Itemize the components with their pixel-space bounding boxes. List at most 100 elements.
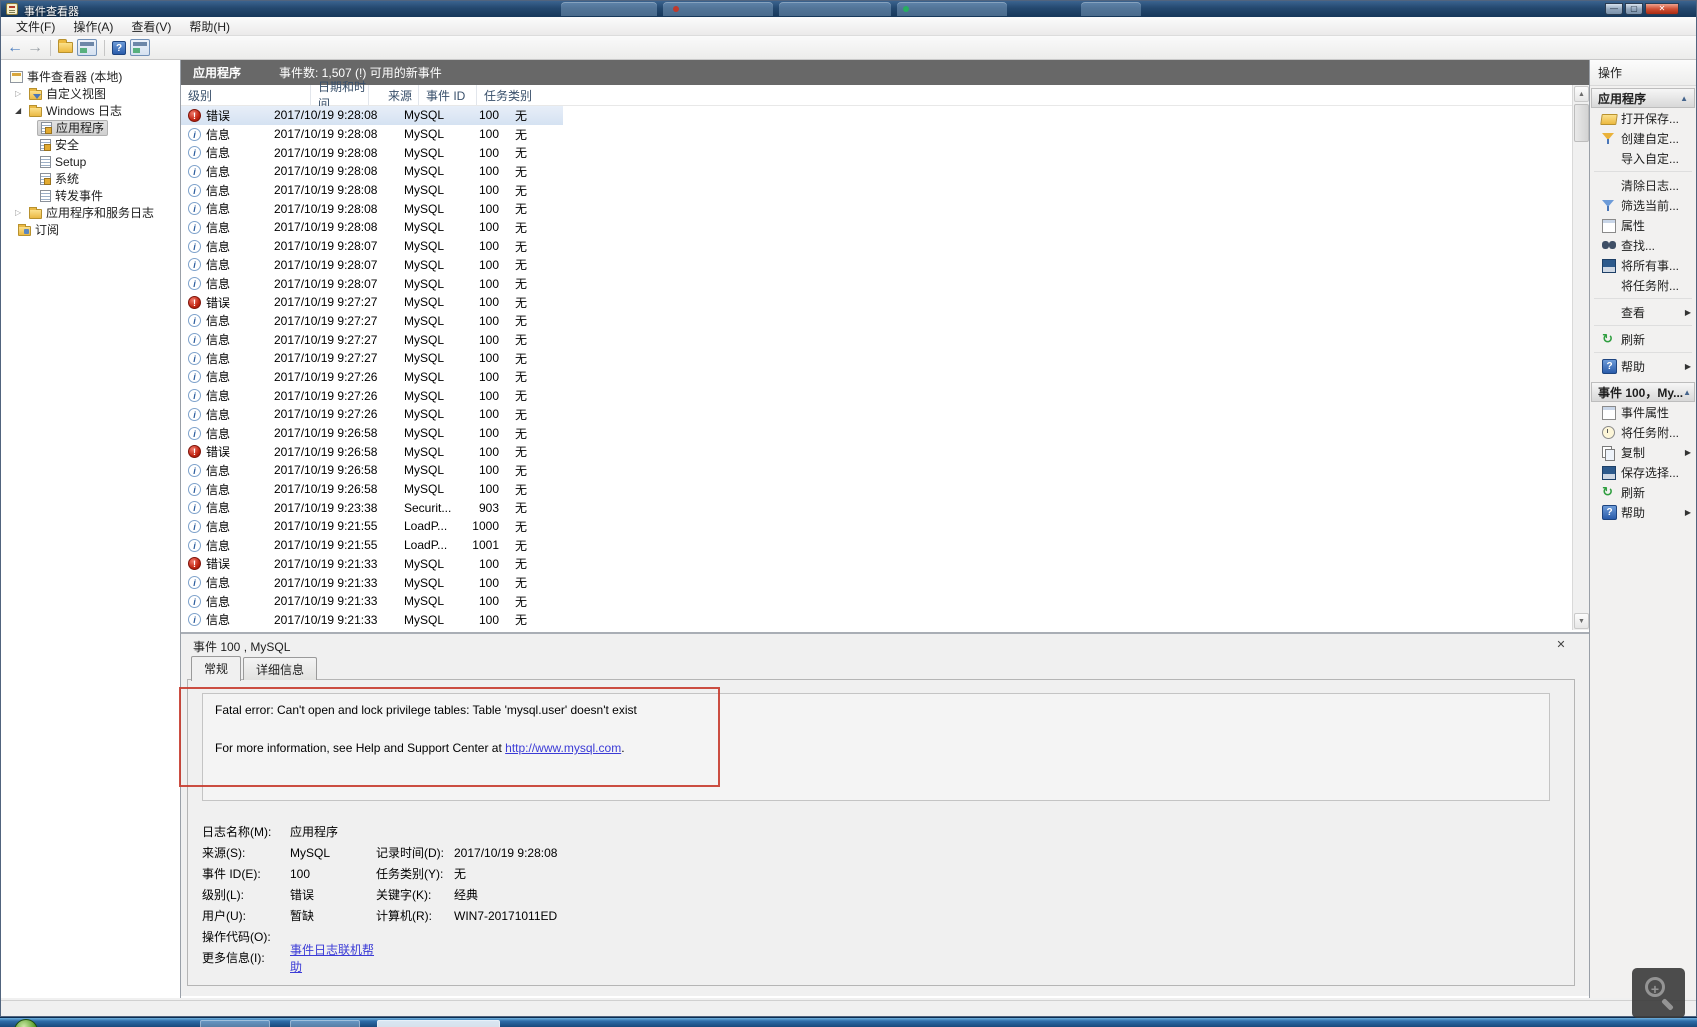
action-item[interactable]: 帮助 [1590, 502, 1696, 522]
action-item[interactable]: 刷新 [1590, 329, 1696, 349]
magnifier-overlay-button[interactable]: + [1632, 968, 1685, 1018]
event-category: 无 [505, 350, 563, 367]
event-row[interactable]: 信息 2017/10/19 9:27:26 MySQL 100 无 [181, 386, 1572, 405]
level-text: 信息 [206, 537, 230, 554]
action-label: 打开保存... [1621, 110, 1679, 127]
scrollbar-thumb[interactable] [1574, 104, 1589, 142]
column-header[interactable]: 事件 ID [419, 85, 477, 105]
column-header[interactable]: 来源 [369, 85, 419, 105]
event-row[interactable]: 信息 2017/10/19 9:23:38 Securit... 903 无 [181, 498, 1572, 517]
tree-item[interactable]: 系统 [1, 170, 180, 187]
event-row[interactable]: 错误 2017/10/19 9:26:58 MySQL 100 无 [181, 442, 1572, 461]
event-row[interactable]: 信息 2017/10/19 9:26:58 MySQL 100 无 [181, 461, 1572, 480]
event-row[interactable]: 信息 2017/10/19 9:28:07 MySQL 100 无 [181, 256, 1572, 275]
menu-item[interactable]: 操作(A) [64, 17, 122, 36]
forward-icon[interactable]: → [27, 40, 43, 56]
tree-item[interactable]: 订阅 [1, 221, 180, 238]
start-orb[interactable] [14, 1019, 38, 1027]
event-row[interactable]: 信息 2017/10/19 9:28:08 MySQL 100 无 [181, 125, 1572, 144]
tree-expander-icon[interactable] [15, 106, 26, 115]
close-button[interactable]: ✕ [1645, 3, 1679, 15]
preview-tab[interactable]: 常规 [191, 656, 241, 681]
event-row[interactable]: 信息 2017/10/19 9:28:08 MySQL 100 无 [181, 162, 1572, 181]
action-item[interactable]: 帮助 [1590, 356, 1696, 376]
event-row[interactable]: 信息 2017/10/19 9:21:55 LoadP... 1001 无 [181, 536, 1572, 555]
event-row[interactable]: 信息 2017/10/19 9:26:58 MySQL 100 无 [181, 480, 1572, 499]
menu-item[interactable]: 查看(V) [122, 17, 180, 36]
event-source: MySQL [397, 389, 455, 403]
action-item[interactable]: 将任务附... [1590, 275, 1696, 295]
tree-expander-icon[interactable] [15, 208, 26, 217]
tree-item[interactable]: 应用程序和服务日志 [1, 204, 180, 221]
collapse-icon[interactable]: ▲ [1683, 388, 1691, 397]
action-item[interactable]: 查找... [1590, 235, 1696, 255]
tree-item[interactable]: 事件查看器 (本地) [1, 68, 180, 85]
tree-item[interactable]: 转发事件 [1, 187, 180, 204]
action-item[interactable]: 打开保存... [1590, 108, 1696, 128]
column-header[interactable]: 任务类别 [477, 85, 1572, 105]
event-row[interactable]: 错误 2017/10/19 9:27:27 MySQL 100 无 [181, 293, 1572, 312]
event-row[interactable]: 信息 2017/10/19 9:21:33 MySQL 100 无 [181, 611, 1572, 630]
export-list-icon[interactable] [58, 42, 73, 53]
minimize-button[interactable]: — [1605, 3, 1623, 15]
collapse-icon[interactable]: ▲ [1680, 94, 1688, 103]
scroll-down-icon[interactable]: ▼ [1574, 613, 1589, 629]
title-bar[interactable]: 事件查看器 — ▢ ✕ [1, 1, 1696, 17]
menu-item[interactable]: 文件(F) [7, 17, 64, 36]
action-item[interactable]: 保存选择... [1590, 462, 1696, 482]
taskbar-app-button-active[interactable] [377, 1020, 500, 1027]
action-item[interactable]: 将任务附... [1590, 422, 1696, 442]
action-item[interactable]: 事件属性 [1590, 402, 1696, 422]
event-row[interactable]: 信息 2017/10/19 9:28:08 MySQL 100 无 [181, 199, 1572, 218]
event-row[interactable]: 信息 2017/10/19 9:28:07 MySQL 100 无 [181, 237, 1572, 256]
event-row[interactable]: 信息 2017/10/19 9:21:55 LoadP... 1000 无 [181, 517, 1572, 536]
action-pane-toggle-icon[interactable] [130, 39, 150, 56]
event-row[interactable]: 信息 2017/10/19 9:28:07 MySQL 100 无 [181, 274, 1572, 293]
tree-expander-icon[interactable] [15, 89, 26, 98]
action-item[interactable]: 筛选当前... [1590, 195, 1696, 215]
event-row[interactable]: 信息 2017/10/19 9:28:08 MySQL 100 无 [181, 218, 1572, 237]
action-item[interactable]: 导入自定... [1590, 148, 1696, 168]
action-item[interactable]: 属性 [1590, 215, 1696, 235]
scroll-up-icon[interactable]: ▲ [1574, 86, 1589, 102]
menu-item[interactable]: 帮助(H) [180, 17, 239, 36]
column-header[interactable]: 日期和时间 [311, 85, 369, 105]
back-icon[interactable]: ← [7, 40, 23, 56]
taskbar-app-button[interactable] [200, 1020, 270, 1027]
action-item[interactable]: 将所有事... [1590, 255, 1696, 275]
tree-item[interactable]: 安全 [1, 136, 180, 153]
preview-tab[interactable]: 详细信息 [243, 657, 317, 680]
event-row[interactable]: 信息 2017/10/19 9:27:26 MySQL 100 无 [181, 405, 1572, 424]
taskbar-app-button[interactable] [290, 1020, 360, 1027]
event-row[interactable]: 信息 2017/10/19 9:21:33 MySQL 100 无 [181, 592, 1572, 611]
tree-item[interactable]: 应用程序 [1, 119, 180, 136]
event-row[interactable]: 信息 2017/10/19 9:27:26 MySQL 100 无 [181, 368, 1572, 387]
event-row[interactable]: 信息 2017/10/19 9:28:08 MySQL 100 无 [181, 181, 1572, 200]
action-item[interactable]: 复制 [1590, 442, 1696, 462]
column-header[interactable]: 级别 [181, 85, 311, 105]
event-row[interactable]: 信息 2017/10/19 9:21:33 MySQL 100 无 [181, 573, 1572, 592]
tree-item[interactable]: Setup [1, 153, 180, 170]
action-item[interactable]: 创建自定... [1590, 128, 1696, 148]
event-row[interactable]: 信息 2017/10/19 9:27:27 MySQL 100 无 [181, 349, 1572, 368]
tree-item[interactable]: Windows 日志 [1, 102, 180, 119]
help-icon[interactable]: ? [112, 41, 126, 55]
event-category: 无 [505, 294, 563, 311]
actions-section-application[interactable]: 应用程序 ▲ [1591, 88, 1695, 108]
event-row[interactable]: 错误 2017/10/19 9:21:33 MySQL 100 无 [181, 555, 1572, 574]
actions-section-event[interactable]: 事件 100，My... ▲ [1591, 382, 1695, 402]
action-item[interactable]: 刷新 [1590, 482, 1696, 502]
event-row[interactable]: 错误 2017/10/19 9:28:08 MySQL 100 无 [181, 106, 1572, 125]
event-row[interactable]: 信息 2017/10/19 9:28:08 MySQL 100 无 [181, 143, 1572, 162]
action-item[interactable]: 查看 [1590, 302, 1696, 322]
vertical-scrollbar[interactable]: ▲ ▼ [1572, 85, 1589, 630]
event-row[interactable]: 信息 2017/10/19 9:27:27 MySQL 100 无 [181, 330, 1572, 349]
event-row[interactable]: 信息 2017/10/19 9:27:27 MySQL 100 无 [181, 312, 1572, 331]
console-tree-toggle-icon[interactable] [77, 39, 97, 56]
preview-close-icon[interactable]: ✕ [1553, 638, 1569, 653]
event-row[interactable]: 信息 2017/10/19 9:26:58 MySQL 100 无 [181, 424, 1572, 443]
action-item[interactable]: 清除日志... [1590, 175, 1696, 195]
taskbar[interactable] [0, 1017, 1697, 1027]
maximize-button[interactable]: ▢ [1625, 3, 1643, 15]
tree-item[interactable]: 自定义视图 [1, 85, 180, 102]
